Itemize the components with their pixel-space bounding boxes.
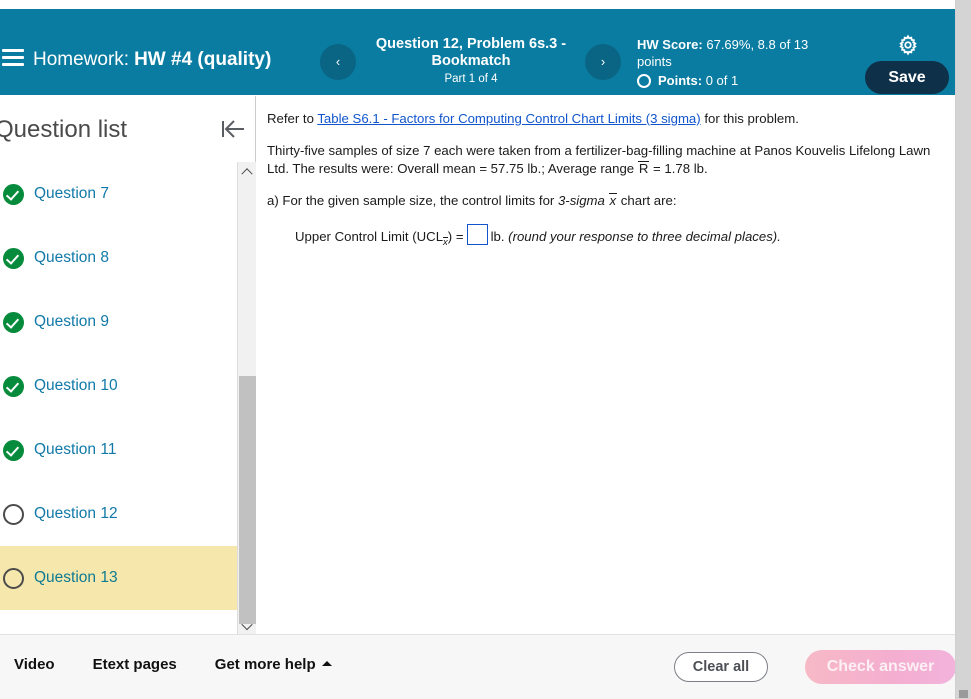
refer-suffix: for this problem.	[700, 111, 799, 126]
part-a-prompt: a) For the given sample size, the contro…	[267, 192, 935, 210]
window-scrollbar[interactable]	[955, 0, 971, 699]
incomplete-circle-icon	[3, 503, 24, 525]
completed-check-icon	[3, 311, 24, 333]
homework-name: HW #4 (quality)	[134, 49, 272, 70]
sidebar-item-label: Question 7	[34, 185, 109, 202]
scrollbar-thumb[interactable]	[239, 376, 256, 624]
control-chart-table-link[interactable]: Table S6.1 - Factors for Computing Contr…	[317, 111, 700, 126]
footer-link-label: Get more help	[214, 656, 316, 673]
ucl-hint: (round your response to three decimal pl…	[508, 229, 781, 244]
scroll-up-arrow-icon[interactable]	[238, 162, 256, 179]
part-a-prefix: a) For the given sample size, the contro…	[267, 193, 558, 208]
question-list-sidebar: Question list Question 7 Question 8 Questi…	[0, 96, 256, 634]
sidebar-item-question-10[interactable]: Question 10	[0, 354, 238, 418]
scroll-down-arrow-icon[interactable]	[238, 617, 256, 634]
save-button[interactable]: Save	[865, 61, 949, 94]
sidebar-item-question-8[interactable]: Question 8	[0, 226, 238, 290]
footer-link-label: Video	[14, 656, 55, 673]
collapse-left-icon[interactable]	[219, 116, 247, 142]
refer-prefix: Refer to	[267, 111, 318, 126]
footer-link-video[interactable]: Video	[14, 656, 55, 673]
sidebar-header: Question list	[0, 96, 255, 158]
problem-line-1: Thirty-five samples of size 7 each were …	[267, 143, 931, 158]
ucl-answer-line: Upper Control Limit (UCLx) = lb. (round y…	[267, 224, 935, 248]
sidebar-item-label: Question 10	[34, 377, 118, 394]
footer-link-get-more-help[interactable]: Get more help	[215, 656, 332, 673]
page-title: Question 12, Problem 6s.3 - Bookmatch	[375, 36, 567, 69]
score-block: HW Score: 67.69%, 8.8 of 13 points Point…	[637, 36, 842, 89]
hw-score-label: HW Score:	[637, 37, 703, 52]
part-a-suffix: chart are:	[617, 193, 677, 208]
sidebar-item-label: Question 9	[34, 313, 109, 330]
sidebar-title: Question list	[0, 116, 128, 143]
question-content: Refer to Table S6.1 - Factors for Comput…	[257, 96, 953, 634]
footer-link-label: Etext pages	[92, 656, 177, 673]
points-label: Points:	[658, 73, 703, 88]
sidebar-item-label: Question 8	[34, 249, 109, 266]
next-question-button[interactable]: ›	[585, 44, 621, 80]
clear-all-button[interactable]: Clear all	[674, 652, 768, 682]
points-row: Points: 0 of 1	[637, 72, 842, 89]
sidebar-item-question-9[interactable]: Question 9	[0, 290, 238, 354]
sidebar-item-question-7[interactable]: Question 7	[0, 162, 238, 226]
question-list: Question 7 Question 8 Question 9 Question 1…	[0, 162, 238, 634]
ucl-unit: lb.	[490, 229, 505, 244]
incomplete-circle-icon	[3, 567, 24, 589]
problem-statement: Thirty-five samples of size 7 each were …	[267, 142, 935, 178]
sidebar-item-question-13[interactable]: Question 13	[0, 546, 238, 610]
check-answer-button[interactable]: Check answer	[805, 650, 956, 684]
sidebar-item-label: Question 13	[34, 569, 118, 586]
question-title-block: Question 12, Problem 6s.3 - Bookmatch Pa…	[362, 36, 580, 85]
r-bar-symbol: R	[637, 161, 650, 176]
completed-check-icon	[3, 439, 24, 461]
hw-score-row: HW Score: 67.69%, 8.8 of 13 points	[637, 36, 842, 70]
window-scrollbar-thumb[interactable]	[959, 690, 968, 698]
ucl-answer-input[interactable]	[466, 224, 488, 245]
sidebar-item-question-12[interactable]: Question 12	[0, 482, 238, 546]
points-value: 0 of 1	[705, 73, 739, 88]
footer-link-etext-pages[interactable]: Etext pages	[93, 656, 177, 673]
app-header: Homework: HW #4 (quality) ‹ Question 12, …	[0, 9, 955, 95]
x-bar-symbol: x	[608, 193, 618, 208]
footer-link-group: Video Etext pages Get more help	[14, 656, 332, 673]
hamburger-icon[interactable]	[2, 49, 24, 67]
completed-check-icon	[3, 247, 24, 269]
sidebar-item-label: Question 11	[34, 441, 117, 458]
problem-line-2a: Ltd. The results were: Overall mean = 57…	[267, 161, 638, 176]
problem-line-2b: = 1.78 lb.	[649, 161, 708, 176]
homework-page: Homework: HW #4 (quality) ‹ Question 12, …	[0, 0, 971, 699]
ucl-label-b: ) =	[447, 229, 464, 244]
sidebar-item-label: Question 12	[34, 505, 118, 522]
completed-check-icon	[3, 183, 24, 205]
question-part-label: Part 1 of 4	[444, 73, 498, 85]
refer-line: Refer to Table S6.1 - Factors for Comput…	[267, 110, 935, 128]
previous-question-button[interactable]: ‹	[320, 44, 356, 80]
gear-icon[interactable]	[897, 34, 919, 56]
points-status-icon	[637, 73, 651, 88]
ucl-label-a: Upper Control Limit (UCL	[295, 229, 444, 244]
part-a-italic: 3-sigma	[557, 193, 605, 208]
caret-up-icon	[321, 661, 332, 666]
sidebar-item-question-11[interactable]: Question 11	[0, 418, 238, 482]
completed-check-icon	[3, 375, 24, 397]
homework-label: Homework:	[33, 49, 130, 70]
top-white-strip	[0, 0, 955, 9]
question-list-scrollbar[interactable]	[237, 162, 256, 634]
homework-title: Homework: HW #4 (quality)	[33, 49, 271, 71]
